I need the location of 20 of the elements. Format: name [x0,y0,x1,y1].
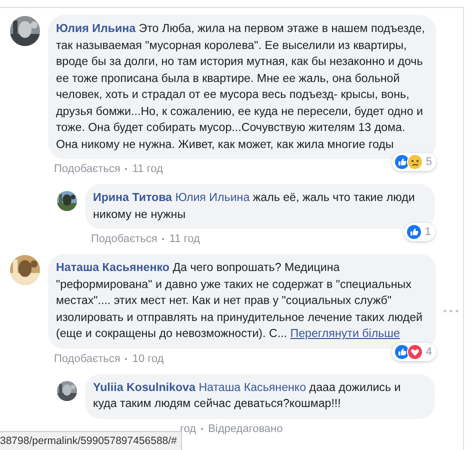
like-link[interactable]: Подобається [91,233,158,245]
comment-text: Ирина Титова Юлия Ильина жаль её, жаль что такие люди никому не нужны [93,190,416,222]
timestamp[interactable]: 11 год [132,163,163,175]
reaction-badge[interactable]: 5 [392,153,436,171]
timestamp[interactable]: 11 год [169,233,200,245]
more-icon[interactable] [443,309,459,313]
like-link[interactable]: Подобається [54,163,120,175]
sad-face-icon [406,154,423,170]
timestamp[interactable]: год [180,422,196,434]
comment-text: Юлия Ильина Это Люба, жила на первом этаже в нашем подъезде, так называемая "мусорная королева". Ее выселили из квартиры, вроде бы за долги, но там история мутная, как бы незаконно и дочь ее тоже прописана была в квартире. Мне ее жаль, она больной человек, хоть и страдал от ее мусора весь подъезд- крысы, вонь, друзья бомжи...Но, к сожалению, ее куда не пересели, будет одно и тоже. Она будет собирать мусор...Сочувствую жителям 13 дома. Она никому не нужна. Живет, как может, как жила многие годы [56,21,426,152]
reaction-badge[interactable]: 1 [404,223,435,241]
reaction-badge[interactable]: 4 [392,342,436,360]
timestamp[interactable]: 10 год [132,352,164,364]
like-icon [406,224,422,240]
comment-text: Наташа Касьяненко Да чего вопрошать? Медицина "реформирована" и давно уже таких не содержат в "специальных местах".... этих мест нет. Как и нет прав у "социальных служб" изолировать и отправлять на принудительное лечение таких людей (еще и сокращены до невозможности). С... Переглянути більше [56,260,424,342]
see-more-link[interactable]: Переглянути більше [290,327,400,340]
edited-label: Відредаговано [208,422,283,434]
status-bar-url: 38798/permalink/599057897456588/# [0,431,182,450]
like-link[interactable]: Подобається [54,352,120,364]
comment-text: Yuliia Kosulnikova Наташа Касьяненко дааа дожились и куда таким людям сейчас деваться?кошмар!!! [93,380,402,412]
